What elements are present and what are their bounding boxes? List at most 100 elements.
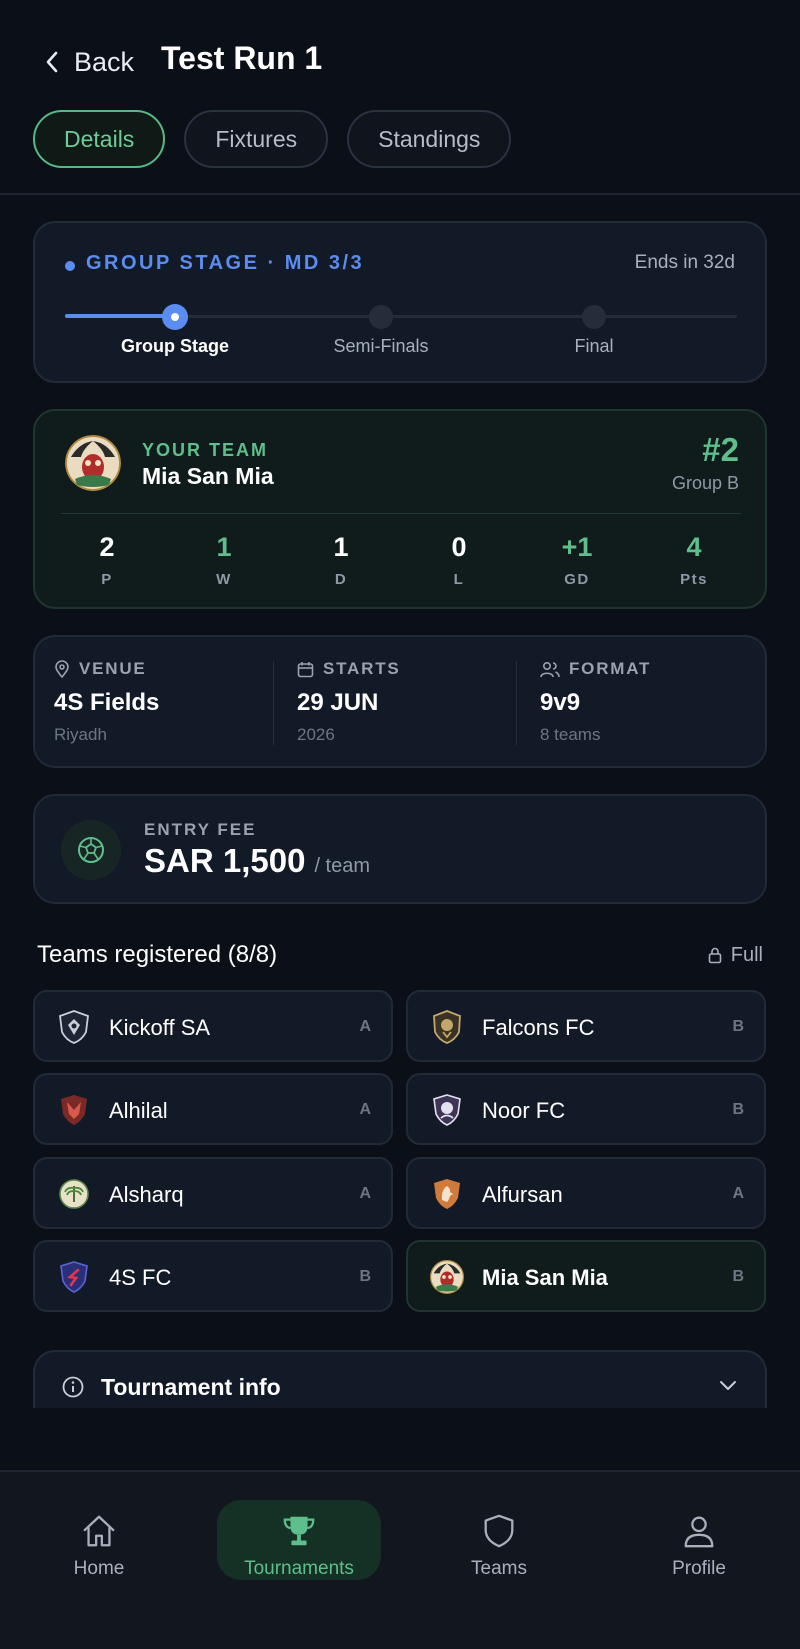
tab-bar: Details Fixtures Standings (33, 110, 512, 168)
nav-home[interactable]: Home (17, 1500, 181, 1580)
team-crest-icon (57, 1177, 91, 1211)
tab-fixtures[interactable]: Fixtures (184, 110, 329, 168)
team-crest-icon (65, 435, 121, 491)
team-group: A (359, 1018, 371, 1035)
team-group: B (732, 1101, 744, 1118)
your-team-card[interactable]: YOUR TEAM Mia San Mia #2 Group B 2 P 1 W… (33, 409, 767, 609)
bottom-nav: Home Tournaments Teams Profile (0, 1470, 800, 1649)
nav-label: Teams (471, 1558, 527, 1579)
team-group: A (359, 1185, 371, 1202)
stage-ends: Ends in 32d (634, 252, 735, 273)
team-card-mia-san-mia[interactable]: Mia San Mia B (406, 1240, 766, 1312)
stat-points: 4 Pts (644, 532, 744, 588)
stat-value: +1 (561, 532, 593, 562)
team-name: 4S FC (109, 1265, 172, 1290)
stat-key: W (216, 571, 232, 588)
stage-status-dot (65, 261, 75, 271)
team-card-noor-fc[interactable]: Noor FC B (406, 1073, 766, 1145)
stage-label: GROUP STAGE · MD 3/3 (86, 252, 365, 274)
registration-status: Full (708, 944, 763, 967)
back-button[interactable]: Back (44, 42, 134, 82)
stage-card: GROUP STAGE · MD 3/3 Ends in 32d Group S… (33, 221, 767, 383)
stat-played: 2 P (57, 532, 157, 588)
calendar-icon (297, 661, 314, 677)
format-column: FORMAT 9v9 8 teams (540, 659, 651, 745)
chevron-down-icon (720, 1381, 736, 1390)
trophy-icon (283, 1516, 315, 1546)
stage-step-label: Final (574, 336, 614, 356)
registration-status-text: Full (730, 944, 763, 966)
team-crest-icon (430, 1010, 464, 1044)
home-icon (83, 1515, 115, 1547)
nav-label: Home (73, 1558, 125, 1579)
stage-step-label: Group Stage (120, 336, 230, 356)
format-label: FORMAT (569, 659, 652, 678)
your-team-name: Mia San Mia (142, 463, 274, 489)
column-divider (516, 661, 517, 745)
team-crest-icon (57, 1260, 91, 1294)
venue-label: VENUE (79, 659, 147, 678)
team-name: Mia San Mia (482, 1265, 608, 1290)
team-group: B (732, 1268, 744, 1285)
team-group: A (359, 1101, 371, 1118)
stat-goal-difference: +1 GD (527, 532, 627, 588)
format-value: 9v9 (540, 689, 581, 716)
team-card-falcons-fc[interactable]: Falcons FC B (406, 990, 766, 1062)
team-name: Alhilal (109, 1098, 168, 1123)
stat-value: 4 (686, 532, 702, 562)
entry-fee-card: ENTRY FEE SAR 1,500 / team (33, 794, 767, 904)
entry-fee-unit: / team (314, 855, 371, 877)
team-name: Noor FC (482, 1098, 566, 1123)
start-date: 29 JUN (297, 689, 379, 716)
entry-fee-amount: SAR 1,500 (144, 842, 306, 879)
page-title: Test Run 1 (161, 40, 323, 76)
your-team-rank: #2 (702, 431, 739, 468)
venue-name: 4S Fields (54, 689, 160, 716)
your-team-label: YOUR TEAM (142, 440, 268, 460)
info-icon (62, 1376, 84, 1398)
team-name: Alsharq (109, 1182, 184, 1207)
stat-won: 1 W (174, 532, 274, 588)
stat-drawn: 1 D (291, 532, 391, 588)
venue-city: Riyadh (54, 725, 107, 744)
team-card-alsharq[interactable]: Alsharq A (33, 1157, 393, 1229)
nav-profile[interactable]: Profile (617, 1500, 781, 1580)
team-card-4s-fc[interactable]: 4S FC B (33, 1240, 393, 1312)
entry-fee-amount-row: SAR 1,500 / team (144, 842, 370, 880)
stage-progress-fill (65, 314, 176, 318)
tournament-details-card: VENUE 4S Fields Riyadh STARTS 29 JUN 202… (33, 635, 767, 768)
user-icon (684, 1516, 714, 1548)
stat-key: P (101, 571, 113, 588)
venue-column: VENUE 4S Fields Riyadh (54, 659, 159, 745)
stat-key: L (453, 571, 465, 588)
stage-node-semis (369, 305, 393, 329)
back-label: Back (74, 46, 135, 77)
team-card-kickoff-sa[interactable]: Kickoff SA A (33, 990, 393, 1062)
nav-tournaments[interactable]: Tournaments (217, 1500, 381, 1580)
stat-key: GD (564, 571, 590, 588)
stat-key: Pts (680, 571, 708, 588)
nav-teams[interactable]: Teams (417, 1500, 581, 1580)
lock-icon (708, 947, 722, 964)
entry-fee-label: ENTRY FEE (144, 820, 257, 839)
team-crest-icon (430, 1260, 464, 1294)
team-crest-icon (430, 1093, 464, 1127)
tab-details[interactable]: Details (33, 110, 166, 168)
team-group: B (359, 1268, 371, 1285)
header: Back Test Run 1 Details Fixtures Standin… (0, 0, 800, 195)
nav-label: Tournaments (244, 1558, 354, 1579)
your-team-divider (61, 513, 741, 514)
team-card-alhilal[interactable]: Alhilal A (33, 1073, 393, 1145)
team-name: Kickoff SA (109, 1015, 211, 1040)
tab-standings[interactable]: Standings (347, 110, 512, 168)
teams-registered-title: Teams registered (8/8) (37, 941, 278, 968)
tournament-info-accordion[interactable]: Tournament info (33, 1350, 767, 1408)
header-divider (0, 193, 800, 195)
team-group: B (732, 1018, 744, 1035)
start-year: 2026 (297, 725, 335, 744)
your-team-group: Group B (671, 473, 739, 493)
format-teams: 8 teams (540, 725, 601, 744)
team-card-alfursan[interactable]: Alfursan A (406, 1157, 766, 1229)
tournament-info-title: Tournament info (101, 1374, 281, 1400)
stage-step-label: Semi-Finals (333, 336, 429, 356)
